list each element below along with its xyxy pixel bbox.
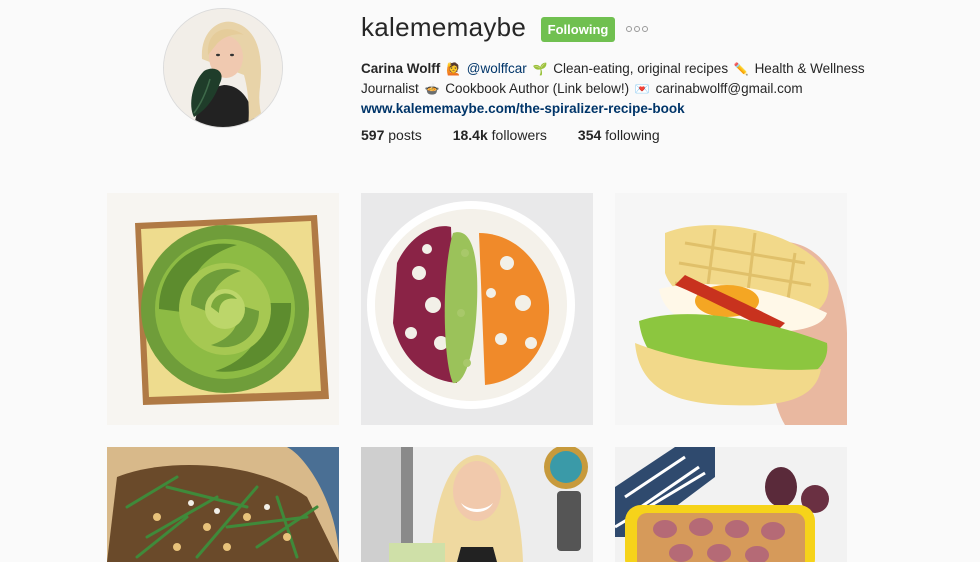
following-count: 354: [577, 127, 602, 143]
profile-bio: Carina Wolff 🙋 @wolffcar 🌱 Clean-eating,…: [361, 59, 881, 118]
profile-username: kalememaybe: [361, 12, 527, 42]
following-button[interactable]: Following: [541, 17, 615, 42]
food-bowl-icon: 🍲: [424, 82, 440, 96]
bio-email: carinabwolff@gmail.com: [655, 81, 803, 96]
bio-text-recipes: Clean-eating, original recipes: [553, 61, 729, 76]
followers-count: 18.4k: [452, 127, 488, 143]
post-fig-baked-oatmeal[interactable]: [615, 447, 847, 562]
followers-label: followers: [491, 127, 547, 143]
profile-stats: 597 posts 18.4k followers 354 following: [361, 127, 691, 143]
post-green-bean-chickpea-salad[interactable]: [107, 447, 339, 562]
more-options-icon[interactable]: [626, 22, 648, 36]
bio-text-author: Cookbook Author (Link below!): [445, 81, 630, 96]
profile-full-name: Carina Wolff: [361, 61, 441, 76]
seedling-icon: 🌱: [532, 62, 548, 76]
bio-text-health: Health & Wellness: [754, 61, 865, 76]
website-link[interactable]: www.kalememaybe.com/the-spiralizer-recip…: [361, 99, 881, 118]
post-waffle-egg-sandwich[interactable]: [615, 193, 847, 425]
bio-text-journalist: Journalist: [361, 81, 419, 96]
raising-hand-icon: 🙋: [446, 62, 461, 76]
profile-avatar[interactable]: [163, 8, 283, 128]
pencil-icon: ✏️: [733, 62, 749, 76]
posts-count: 597: [361, 127, 385, 143]
post-author-with-cookbook[interactable]: [361, 447, 593, 562]
posts-stat: 597 posts: [361, 127, 422, 143]
followers-stat[interactable]: 18.4k followers: [453, 127, 547, 143]
post-avocado-rose-toast[interactable]: [107, 193, 339, 425]
posts-label: posts: [388, 127, 422, 143]
following-label: following: [605, 127, 660, 143]
mention-link[interactable]: @wolffcar: [467, 61, 527, 76]
post-buddha-bowl[interactable]: [361, 193, 593, 425]
love-letter-icon: 💌: [634, 82, 650, 96]
following-stat[interactable]: 354 following: [578, 127, 660, 143]
